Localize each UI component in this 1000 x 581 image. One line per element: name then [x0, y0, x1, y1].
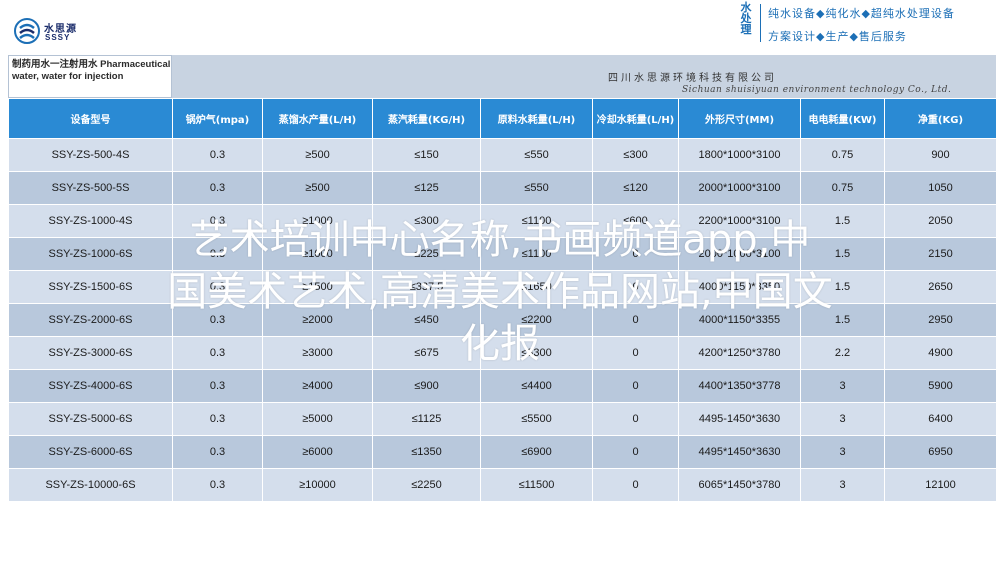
column-header: 冷却水耗量(L/H) [592, 98, 679, 139]
table-cell: 2000*1000*3100 [678, 171, 801, 205]
table-row: SSY-ZS-5000-6S 0.3 ≥5000 ≤1125 ≤5500 0 4495-14… [8, 402, 997, 436]
table-cell: SSY-ZS-6000-6S [8, 435, 173, 469]
company-name-english: Sichuan shuisiyuan environment technolog… [682, 85, 952, 95]
table-cell: 5900 [884, 369, 997, 403]
table-cell: ≤1125 [372, 402, 481, 436]
table-cell: ≤125 [372, 171, 481, 205]
table-cell: 0.3 [172, 435, 263, 469]
header-services-line1: 纯水设备◆纯化水◆超纯水处理设备 [768, 7, 955, 20]
logo-icon [14, 18, 40, 44]
table-cell: ≥6000 [262, 435, 373, 469]
table-cell: 0.75 [800, 138, 885, 172]
column-header: 设备型号 [8, 98, 173, 139]
table-cell: SSY-ZS-10000-6S [8, 468, 173, 502]
table-cell: 4495-1450*3630 [678, 402, 801, 436]
table-cell: ≤11500 [480, 468, 593, 502]
table-cell: 0 [592, 402, 679, 436]
header-services-line2: 方案设计◆生产◆售后服务 [768, 30, 907, 43]
table-cell: 3 [800, 369, 885, 403]
table-cell: 0.75 [800, 171, 885, 205]
overlay-line-2: 国美术艺术,高清美术作品网站,中国文 [167, 269, 833, 315]
table-cell: 0 [592, 468, 679, 502]
table-cell: 1800*1000*3100 [678, 138, 801, 172]
table-cell: ≤550 [480, 171, 593, 205]
table-row: SSY-ZS-500-5S 0.3 ≥500 ≤125 ≤550 ≤120 2000*100… [8, 171, 997, 205]
table-cell: 0.3 [172, 402, 263, 436]
document-title-box: 制药用水一注射用水 Pharmaceutical water, water fo… [8, 55, 172, 98]
table-row: SSY-ZS-4000-6S 0.3 ≥4000 ≤900 ≤4400 0 4400*135… [8, 369, 997, 403]
logo-english-text: SSSY [45, 33, 71, 42]
table-cell: ≤6900 [480, 435, 593, 469]
table-cell: ≥500 [262, 171, 373, 205]
table-cell: 4400*1350*3778 [678, 369, 801, 403]
table-cell: ≥4000 [262, 369, 373, 403]
table-cell: 6950 [884, 435, 997, 469]
column-header: 电电耗量(KW) [800, 98, 885, 139]
site-header: 水思源 SSSY 水处理 纯水设备◆纯化水◆超纯水处理设备 方案设计◆生产◆售后… [0, 0, 1000, 55]
table-cell: ≤900 [372, 369, 481, 403]
table-cell: SSY-ZS-5000-6S [8, 402, 173, 436]
table-cell: 3 [800, 402, 885, 436]
column-header: 蒸汽耗量(KG/H) [372, 98, 481, 139]
header-vertical-tag: 水处理 [740, 1, 752, 36]
table-cell: 1050 [884, 171, 997, 205]
column-header: 原料水耗量(L/H) [480, 98, 593, 139]
table-cell: SSY-ZS-4000-6S [8, 369, 173, 403]
document-title: 制药用水一注射用水 Pharmaceutical water, water fo… [12, 59, 171, 82]
brand-logo[interactable]: 水思源 SSSY [14, 16, 104, 48]
document-title-bar: 制药用水一注射用水 Pharmaceutical water, water fo… [8, 55, 996, 98]
header-divider [760, 4, 761, 42]
table-row: SSY-ZS-500-4S 0.3 ≥500 ≤150 ≤550 ≤300 1800*100… [8, 138, 997, 172]
company-name-chinese: 四川水思源环境科技有限公司 [608, 73, 777, 84]
table-cell: 6400 [884, 402, 997, 436]
overlay-headline: 艺术培训中心名称,书画频道app,中 国美术艺术,高清美术作品网站,中国文 化报 [0, 214, 1000, 370]
table-cell: 3 [800, 468, 885, 502]
table-cell: ≥10000 [262, 468, 373, 502]
table-cell: ≤120 [592, 171, 679, 205]
table-cell: ≤550 [480, 138, 593, 172]
table-cell: 900 [884, 138, 997, 172]
table-cell: 12100 [884, 468, 997, 502]
column-header: 蒸馏水产量(L/H) [262, 98, 373, 139]
table-cell: 0.3 [172, 171, 263, 205]
table-cell: 0 [592, 435, 679, 469]
table-cell: 4495*1450*3630 [678, 435, 801, 469]
table-cell: ≥5000 [262, 402, 373, 436]
table-cell: 0.3 [172, 138, 263, 172]
overlay-line-1: 艺术培训中心名称,书画频道app,中 [189, 217, 811, 263]
table-cell: 3 [800, 435, 885, 469]
table-cell: SSY-ZS-500-4S [8, 138, 173, 172]
table-cell: ≤300 [592, 138, 679, 172]
table-cell: ≤5500 [480, 402, 593, 436]
overlay-line-3: 化报 [460, 321, 540, 367]
table-row: SSY-ZS-10000-6S 0.3 ≥10000 ≤2250 ≤11500 0 6065… [8, 468, 997, 502]
table-cell: ≤4400 [480, 369, 593, 403]
table-row: SSY-ZS-6000-6S 0.3 ≥6000 ≤1350 ≤6900 0 4495*14… [8, 435, 997, 469]
column-header: 锅炉气(mpa) [172, 98, 263, 139]
column-header: 外形尺寸(MM) [678, 98, 801, 139]
table-cell: ≤150 [372, 138, 481, 172]
table-cell: 0.3 [172, 468, 263, 502]
table-cell: ≤1350 [372, 435, 481, 469]
table-cell: ≤2250 [372, 468, 481, 502]
table-cell: 0 [592, 369, 679, 403]
table-cell: SSY-ZS-500-5S [8, 171, 173, 205]
table-header-row: 设备型号 锅炉气(mpa) 蒸馏水产量(L/H) 蒸汽耗量(KG/H) 原料水耗量(L/… [8, 98, 997, 139]
table-cell: 6065*1450*3780 [678, 468, 801, 502]
table-cell: ≥500 [262, 138, 373, 172]
column-header: 净重(KG) [884, 98, 997, 139]
table-cell: 0.3 [172, 369, 263, 403]
